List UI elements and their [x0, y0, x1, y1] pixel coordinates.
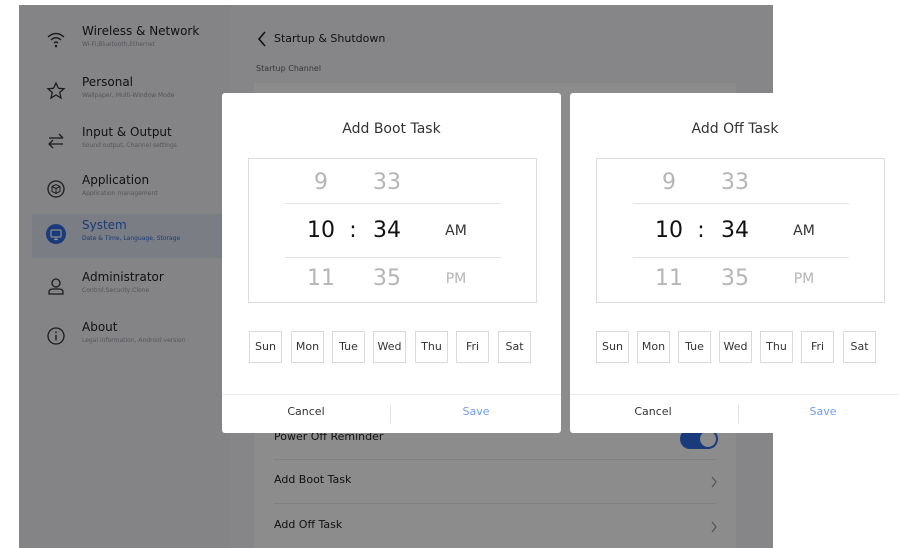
minute-selected[interactable]: 34 [715, 219, 755, 243]
day-toggle-sat[interactable]: Sat [498, 331, 531, 363]
pm-option[interactable]: PM [779, 267, 829, 291]
day-toggle-sat[interactable]: Sat [843, 331, 876, 363]
footer-separator [390, 405, 391, 423]
time-separator: : [697, 218, 705, 243]
day-toggle-wed[interactable]: Wed [719, 331, 752, 363]
time-separator: : [349, 218, 357, 243]
footer-divider [570, 394, 899, 395]
save-button[interactable]: Save [401, 405, 551, 418]
minute-prev[interactable]: 33 [715, 171, 755, 195]
minute-next[interactable]: 35 [715, 267, 755, 291]
day-toggle-thu[interactable]: Thu [760, 331, 793, 363]
minute-selected[interactable]: 34 [367, 219, 407, 243]
cancel-button[interactable]: Cancel [231, 405, 381, 418]
day-toggle-mon[interactable]: Mon [637, 331, 670, 363]
save-button[interactable]: Save [748, 405, 898, 418]
am-option[interactable]: AM [431, 219, 481, 243]
day-toggle-sun[interactable]: Sun [249, 331, 282, 363]
dialog-title: Add Boot Task [342, 121, 441, 137]
hour-next[interactable]: 11 [649, 267, 689, 291]
am-option[interactable]: AM [779, 219, 829, 243]
dialog-title: Add Off Task [691, 121, 779, 137]
day-toggle-fri[interactable]: Fri [801, 331, 834, 363]
time-picker[interactable]: 9 33 10 : 34 AM 11 35 PM [248, 158, 537, 303]
add-boot-task-dialog: Add Boot Task 9 33 10 : 34 AM 11 35 PM S… [222, 93, 561, 433]
picker-divider [633, 257, 849, 258]
minute-prev[interactable]: 33 [367, 171, 407, 195]
pm-option[interactable]: PM [431, 267, 481, 291]
day-toggle-tue[interactable]: Tue [332, 331, 365, 363]
add-off-task-dialog: Add Off Task 9 33 10 : 34 AM 11 35 PM Su… [570, 93, 899, 433]
day-toggle-thu[interactable]: Thu [415, 331, 448, 363]
minute-next[interactable]: 35 [367, 267, 407, 291]
cancel-button[interactable]: Cancel [578, 405, 728, 418]
day-toggle-sun[interactable]: Sun [596, 331, 629, 363]
footer-divider [222, 394, 561, 395]
hour-selected[interactable]: 10 [301, 219, 341, 243]
day-toggle-mon[interactable]: Mon [291, 331, 324, 363]
day-toggle-wed[interactable]: Wed [373, 331, 406, 363]
hour-prev[interactable]: 9 [649, 171, 689, 195]
picker-divider [285, 257, 501, 258]
hour-prev[interactable]: 9 [301, 171, 341, 195]
picker-divider [285, 203, 501, 204]
hour-next[interactable]: 11 [301, 267, 341, 291]
picker-divider [633, 203, 849, 204]
time-picker[interactable]: 9 33 10 : 34 AM 11 35 PM [596, 158, 885, 303]
hour-selected[interactable]: 10 [649, 219, 689, 243]
day-toggle-fri[interactable]: Fri [456, 331, 489, 363]
day-toggle-tue[interactable]: Tue [678, 331, 711, 363]
footer-separator [738, 405, 739, 423]
